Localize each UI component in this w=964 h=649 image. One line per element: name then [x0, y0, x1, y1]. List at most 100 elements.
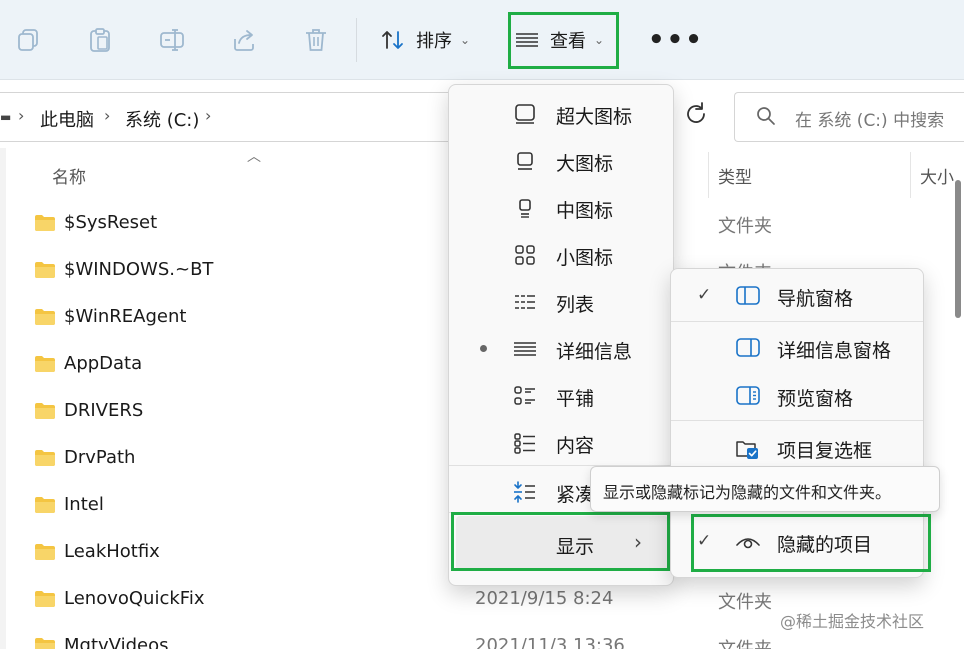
more-options-button[interactable]: •••: [648, 26, 704, 54]
extra-large-icons-icon: [513, 102, 537, 126]
copy-icon[interactable]: [14, 26, 42, 54]
show-submenu-item[interactable]: 详细信息窗格: [671, 323, 923, 373]
preview-pane-icon: [735, 384, 761, 408]
file-name: $WinREAgent: [64, 306, 187, 327]
view-menu-item-label: 超大图标: [556, 106, 633, 128]
breadcrumb-this-pc[interactable]: 此电脑: [40, 106, 94, 132]
view-menu-item[interactable]: 详细信息: [449, 325, 673, 372]
item-checkbox-icon: [735, 436, 761, 460]
small-icons-icon: [513, 243, 537, 267]
folder-icon: [34, 214, 56, 232]
details-icon: [513, 337, 537, 361]
paste-icon[interactable]: [86, 26, 114, 54]
file-name: LeakHotfix: [64, 541, 160, 562]
folder-icon: [34, 543, 56, 561]
folder-icon: [34, 402, 56, 420]
file-date: 2021/11/3 13:36: [475, 635, 625, 649]
view-menu-item[interactable]: 小图标: [449, 231, 673, 278]
show-submenu-item[interactable]: ✓ 导航窗格: [671, 271, 923, 321]
folder-icon: [34, 496, 56, 514]
folder-icon: [34, 355, 56, 373]
column-divider[interactable]: [910, 152, 911, 198]
folder-icon: [34, 308, 56, 326]
breadcrumb-separator-icon: ›: [18, 106, 25, 125]
show-submenu-item-label: 导航窗格: [777, 288, 854, 310]
medium-icons-icon: [513, 196, 537, 220]
delete-icon[interactable]: [302, 26, 330, 54]
column-divider[interactable]: [708, 152, 709, 198]
content-icon: [513, 431, 537, 455]
compact-icon: [513, 480, 537, 504]
sort-icon: [382, 31, 403, 49]
sort-ascending-icon: ︿: [247, 149, 261, 165]
file-type: 文件夹: [718, 592, 772, 613]
view-menu-item[interactable]: 超大图标: [449, 90, 673, 137]
file-name: $SysReset: [64, 212, 158, 233]
details-pane-icon: [735, 336, 761, 360]
show-submenu-item-label: 详细信息窗格: [777, 340, 892, 362]
watermark: @稀土掘金技术社区: [780, 612, 925, 631]
file-date: 2021/9/15 8:24: [475, 588, 614, 609]
breadcrumb-separator-icon: ›: [104, 106, 111, 125]
hidden-items-highlight: [691, 514, 931, 572]
navigation-pane-icon: [735, 284, 761, 308]
selected-bullet-icon: [480, 345, 487, 352]
view-menu-item-label: 大图标: [556, 153, 614, 175]
more-icon: •••: [648, 25, 704, 55]
file-type: 文件夹: [718, 635, 772, 649]
refresh-icon: [687, 102, 705, 123]
command-bar: 排序 ⌄ 查看 ⌄ •••: [0, 0, 964, 80]
file-name: $WINDOWS.~BT: [64, 259, 214, 280]
view-menu-item-label: 紧凑: [556, 484, 595, 506]
folder-icon: [34, 261, 56, 279]
show-item-highlight: [451, 512, 670, 571]
large-icons-icon: [513, 149, 537, 173]
view-menu-item[interactable]: 列表: [449, 278, 673, 325]
show-submenu-item-label: 项目复选框: [777, 440, 873, 462]
view-menu-item[interactable]: 内容: [449, 419, 673, 466]
rename-icon[interactable]: [158, 26, 186, 54]
file-name: DrvPath: [64, 447, 136, 468]
checkmark-icon: ✓: [697, 285, 712, 305]
column-header-type[interactable]: 类型: [718, 163, 752, 188]
view-menu-item-label: 中图标: [556, 200, 614, 222]
breadcrumb-system-c[interactable]: 系统 (C:): [125, 106, 199, 132]
tiles-icon: [513, 384, 537, 408]
view-menu-item-label: 小图标: [556, 247, 614, 269]
folder-icon: [34, 590, 56, 608]
file-name: AppData: [64, 353, 143, 374]
show-submenu-item[interactable]: 预览窗格: [671, 371, 923, 421]
folder-icon: [34, 637, 56, 649]
view-menu-item[interactable]: 大图标: [449, 137, 673, 184]
refresh-button[interactable]: [682, 100, 712, 134]
view-menu-item-label: 详细信息: [556, 341, 633, 363]
view-menu-item-label: 列表: [556, 294, 595, 316]
show-submenu-item-label: 预览窗格: [777, 388, 854, 410]
submenu-separator: [671, 321, 923, 322]
chevron-down-icon: ⌄: [460, 33, 471, 47]
share-icon[interactable]: [230, 26, 258, 54]
sort-button[interactable]: 排序 ⌄: [380, 22, 470, 58]
view-button-highlight: [508, 12, 619, 69]
view-menu-item-label: 平铺: [556, 388, 595, 410]
drive-icon: ▬: [0, 110, 12, 124]
sort-label: 排序: [416, 31, 452, 52]
file-name: Intel: [64, 494, 104, 515]
breadcrumb-separator-icon: ›: [205, 106, 212, 125]
column-header-name[interactable]: 名称: [52, 163, 86, 188]
file-type: 文件夹: [718, 216, 772, 237]
list-icon: [513, 290, 537, 314]
view-menu-item[interactable]: 平铺: [449, 372, 673, 419]
submenu-separator: [671, 420, 923, 421]
view-menu-item[interactable]: 中图标: [449, 184, 673, 231]
hidden-items-tooltip: 显示或隐藏标记为隐藏的文件和文件夹。: [590, 466, 940, 512]
folder-icon: [34, 449, 56, 467]
file-name: LenovoQuickFix: [64, 588, 205, 609]
search-icon: [757, 107, 775, 125]
toolbar-divider: [356, 18, 357, 62]
search-placeholder: 在 系统 (C:) 中搜索: [795, 111, 945, 131]
view-menu-item-label: 内容: [556, 435, 595, 457]
file-name: DRIVERS: [64, 400, 144, 421]
scrollbar-thumb[interactable]: [955, 180, 961, 318]
file-name: MgtvVideos: [64, 635, 169, 649]
